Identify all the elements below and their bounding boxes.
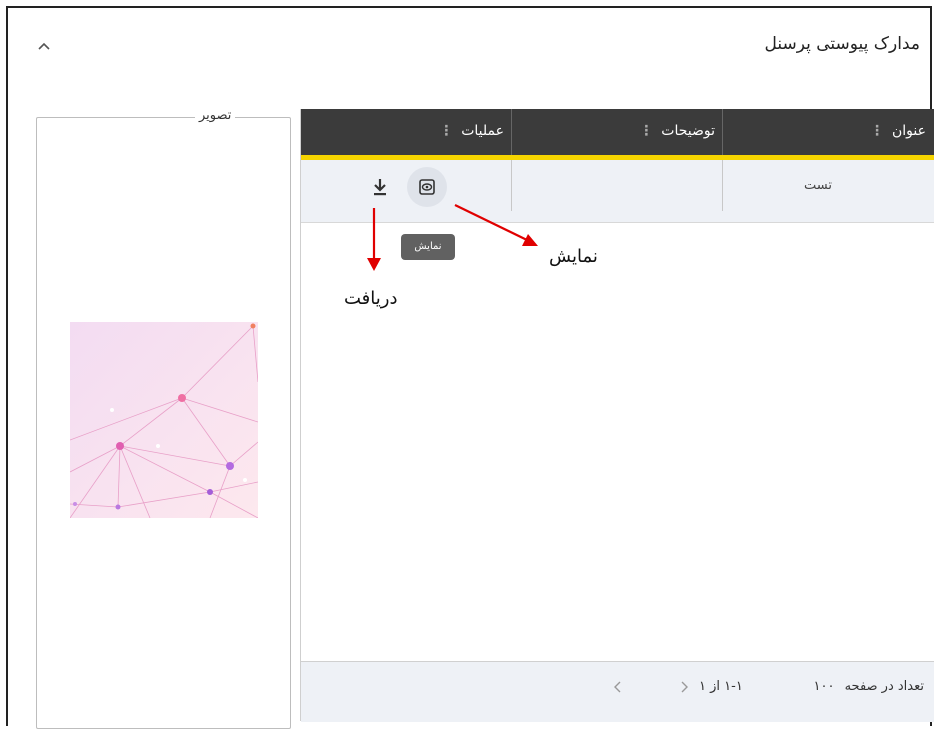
panel-title: مدارک پیوستی پرسنل: [764, 34, 920, 54]
view-button[interactable]: [407, 167, 447, 207]
attachment-image-thumbnail: [69, 322, 259, 519]
more-vert-icon[interactable]: ⋮: [439, 123, 453, 139]
cell-title: تست: [804, 178, 832, 193]
paginator: تعداد در صفحه ۱۰۰ ۱-۱ از ۱: [301, 661, 934, 722]
chevron-up-icon[interactable]: [36, 38, 52, 54]
table-header: عنوان⋮ توضیحات⋮ عملیات⋮: [301, 109, 934, 160]
download-button[interactable]: [367, 174, 393, 200]
column-header-description[interactable]: توضیحات⋮: [512, 109, 723, 155]
more-vert-icon[interactable]: ⋮: [639, 123, 653, 139]
annotation-view-label: نمایش: [549, 246, 598, 267]
page-size-label: تعداد در صفحه: [844, 679, 924, 694]
attachments-table: عنوان⋮ توضیحات⋮ عملیات⋮ تست نمایش تعداد …: [300, 109, 934, 722]
download-icon: [374, 179, 386, 196]
chevron-right-icon: [681, 681, 688, 693]
image-panel-legend: تصویر: [195, 108, 236, 123]
chevron-left-icon: [614, 681, 621, 693]
page-size-value[interactable]: ۱۰۰: [813, 679, 834, 694]
page-range: ۱-۱ از ۱: [699, 679, 743, 694]
eye-icon: [419, 179, 435, 195]
more-vert-icon[interactable]: ⋮: [870, 123, 884, 139]
previous-page-button[interactable]: [607, 676, 629, 698]
column-header-actions[interactable]: عملیات⋮: [301, 109, 512, 155]
annotation-download-label: دریافت: [344, 288, 398, 309]
column-header-title[interactable]: عنوان⋮: [723, 109, 934, 155]
next-page-button[interactable]: [673, 676, 695, 698]
view-tooltip: نمایش: [401, 234, 455, 260]
page-size-control[interactable]: تعداد در صفحه ۱۰۰: [813, 662, 924, 712]
table-row: تست: [301, 160, 934, 223]
